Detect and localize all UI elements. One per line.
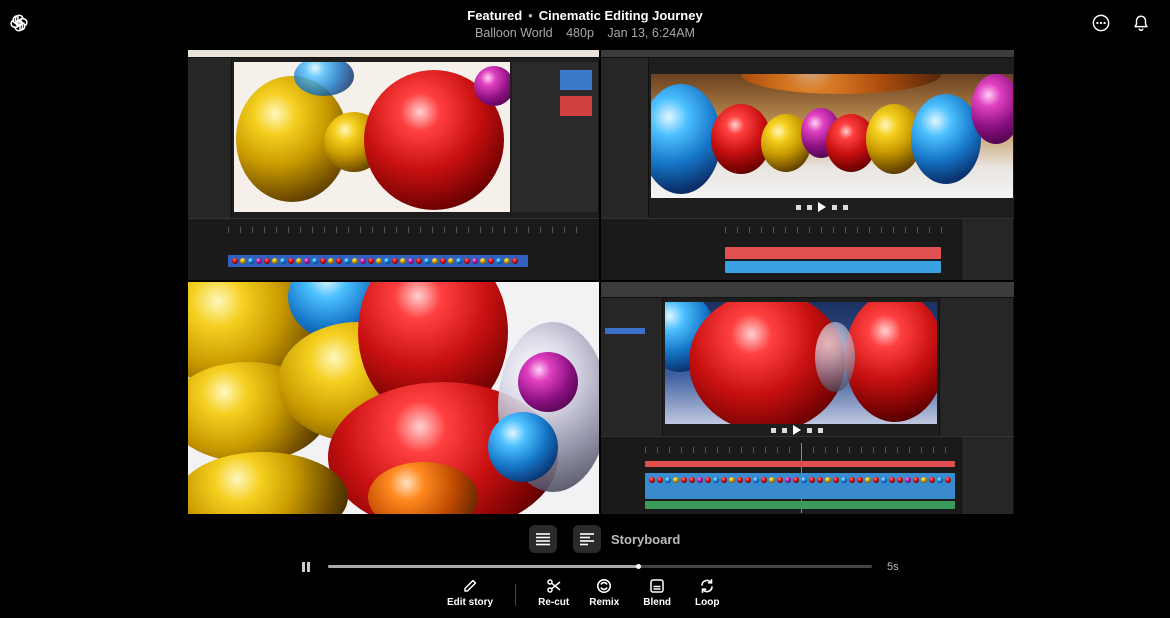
more-options-icon [1092, 14, 1110, 32]
pencil-icon [464, 579, 477, 592]
notifications-button[interactable] [1131, 13, 1151, 33]
left-align-lines-icon [580, 533, 594, 546]
edit-story-button[interactable]: Edit story [447, 578, 493, 608]
media-panel [512, 62, 599, 212]
side-panel [601, 298, 663, 436]
format-controls: Storyboard [529, 525, 680, 553]
loop-button[interactable]: Loop [695, 578, 719, 608]
re-cut-label: Re-cut [538, 597, 570, 608]
transport-controls [796, 202, 848, 212]
editor-screenshot-panel-1 [188, 50, 599, 280]
blend-label: Blend [643, 597, 672, 608]
duration-label: 5s [887, 561, 899, 573]
project-name: Balloon World [475, 26, 553, 40]
video-frame-panel-3 [188, 282, 599, 514]
title-line: Featured • Cinematic Editing Journey [467, 8, 703, 23]
properties-panel [939, 298, 1014, 436]
blend-button[interactable]: Blend [643, 578, 671, 608]
menubar [601, 50, 1014, 58]
video-header: Featured • Cinematic Editing Journey Ballo… [0, 7, 1170, 41]
pause-icon[interactable] [302, 562, 312, 572]
remix-icon [597, 579, 612, 593]
storyboard-label[interactable]: Storyboard [611, 532, 680, 547]
resolution-label: 480p [566, 26, 594, 40]
remix-button[interactable]: Remix [589, 578, 619, 608]
editor-screenshot-panel-2 [601, 50, 1014, 280]
scissors-icon [546, 579, 561, 593]
blend-icon [650, 579, 664, 593]
more-options-button[interactable] [1091, 13, 1111, 33]
remix-label: Remix [589, 597, 620, 608]
section-label: Featured [467, 8, 523, 23]
loop-icon [701, 579, 714, 593]
meta-line: Balloon World 480p Jan 13, 6:24AM [0, 25, 1170, 41]
edit-story-label: Edit story [447, 597, 494, 608]
video-viewer [665, 302, 937, 424]
video-viewer [651, 74, 1013, 198]
action-toolbar: Edit story Re-cut Remix Blend Loop [447, 578, 719, 614]
playback-bar: 5s [300, 559, 910, 575]
bell-icon [1134, 15, 1148, 32]
editor-screenshot-panel-4 [601, 282, 1014, 514]
re-cut-button[interactable]: Re-cut [538, 578, 569, 608]
progress-fill [328, 565, 639, 568]
video-title: Cinematic Editing Journey [538, 8, 703, 23]
date-label: Jan 13, 6:24AM [607, 26, 695, 40]
transport-controls [771, 425, 823, 435]
top-right-controls [1091, 13, 1151, 33]
video-frame-grid[interactable] [188, 50, 1014, 514]
menubar [188, 50, 599, 58]
side-panel [188, 58, 232, 218]
storyboard-button[interactable] [573, 525, 601, 553]
video-viewer [234, 62, 510, 212]
toolbar-divider [515, 584, 517, 606]
progress-track[interactable] [328, 564, 872, 569]
timeline [601, 218, 1014, 280]
timeline [601, 436, 1014, 514]
side-panel [601, 58, 649, 218]
menubar [601, 282, 1014, 298]
justify-text-button[interactable] [529, 525, 557, 553]
loop-label: Loop [695, 597, 720, 608]
justify-lines-icon [536, 533, 550, 546]
progress-knob[interactable] [636, 564, 642, 569]
timeline [188, 218, 599, 280]
